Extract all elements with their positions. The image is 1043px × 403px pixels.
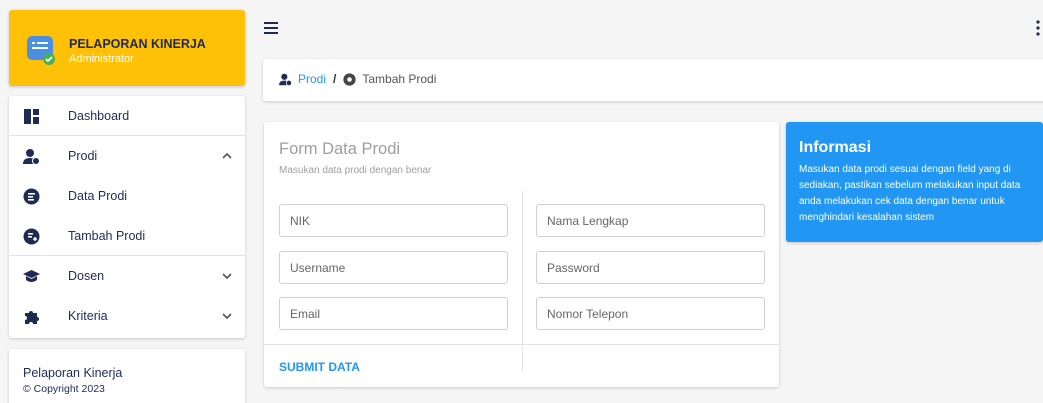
app-check-icon <box>27 36 55 65</box>
breadcrumb: Prodi / Tambah Prodi <box>263 59 1043 101</box>
sidebar-item-dosen[interactable]: Dosen <box>9 256 245 296</box>
nomor-telepon-input[interactable] <box>536 297 765 330</box>
brand-subtitle: Administrator <box>69 53 134 65</box>
info-card: Informasi Masukan data prodi sesuai deng… <box>786 122 1043 242</box>
sidebar-menu: Dashboard Prodi Data Prodi Tambah Prodi <box>9 96 245 338</box>
add-circle-icon <box>23 228 40 245</box>
footer-copyright: © Copyright 2023 <box>23 383 105 395</box>
brand-card: PELAPORAN KINERJA Administrator <box>9 10 245 86</box>
hamburger-menu-icon[interactable] <box>264 22 278 34</box>
sidebar-item-label: Data Prodi <box>68 189 128 203</box>
sidebar-footer: Pelaporan Kinerja © Copyright 2023 <box>9 349 245 403</box>
nik-input[interactable] <box>279 204 508 237</box>
sidebar-item-kriteria[interactable]: Kriteria <box>9 296 245 336</box>
sidebar-item-dashboard[interactable]: Dashboard <box>9 96 245 136</box>
form-card: Form Data Prodi Masukan data prodi denga… <box>264 122 779 387</box>
form-subtitle: Masukan data prodi dengan benar <box>279 165 432 176</box>
dashboard-icon <box>24 109 39 124</box>
breadcrumb-link-prodi[interactable]: Prodi <box>298 72 326 86</box>
user-settings-icon <box>23 149 40 165</box>
form-title: Form Data Prodi <box>279 140 401 158</box>
sidebar-item-data-prodi[interactable]: Data Prodi <box>9 176 245 216</box>
sidebar-item-label: Dashboard <box>68 108 130 123</box>
email-input[interactable] <box>279 297 508 330</box>
sidebar-item-prodi[interactable]: Prodi <box>9 136 245 176</box>
breadcrumb-separator: / <box>333 72 337 86</box>
user-settings-icon <box>279 73 292 86</box>
graduation-cap-icon <box>23 270 40 282</box>
breadcrumb-current: Tambah Prodi <box>362 72 437 86</box>
gear-circle-icon <box>343 72 356 86</box>
nama-lengkap-input[interactable] <box>536 204 765 237</box>
sidebar-item-label: Dosen <box>68 269 105 283</box>
password-input[interactable] <box>536 251 765 284</box>
sidebar-item-label: Prodi <box>68 149 98 163</box>
more-vertical-icon[interactable] <box>1035 20 1041 36</box>
info-title: Informasi <box>799 139 872 156</box>
sidebar-item-label: Tambah Prodi <box>68 228 146 243</box>
sidebar-item-tambah-prodi[interactable]: Tambah Prodi <box>9 216 245 256</box>
list-circle-icon <box>23 188 40 205</box>
info-text: Masukan data prodi sesuai dengan field y… <box>799 164 1021 223</box>
username-input[interactable] <box>279 251 508 284</box>
brand-title: PELAPORAN KINERJA <box>69 37 206 51</box>
chevron-down-icon[interactable] <box>221 270 233 282</box>
form-actions: SUBMIT DATA <box>264 344 779 387</box>
submit-data-button[interactable]: SUBMIT DATA <box>279 360 360 374</box>
chevron-up-icon[interactable] <box>221 150 233 162</box>
puzzle-icon <box>25 311 39 324</box>
footer-title: Pelaporan Kinerja <box>23 366 123 380</box>
sidebar-item-label: Kriteria <box>68 309 108 323</box>
chevron-down-icon[interactable] <box>221 310 233 322</box>
